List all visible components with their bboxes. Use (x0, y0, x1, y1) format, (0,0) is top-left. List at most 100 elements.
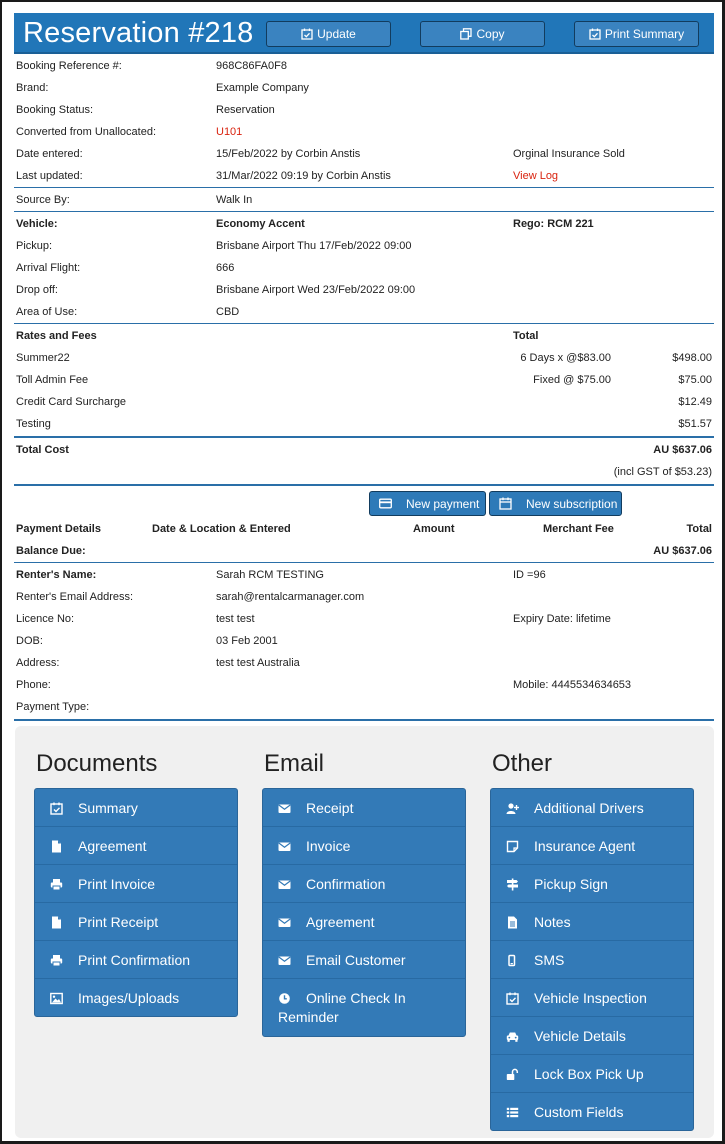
insurance-agent-button[interactable]: Insurance Agent (491, 826, 693, 864)
documents-heading: Documents (36, 750, 158, 777)
vehicle-inspection-button[interactable]: Vehicle Inspection (491, 978, 693, 1016)
phone-row: Phone: Mobile: 4445534634653 (14, 673, 714, 695)
sms-button[interactable]: SMS (491, 940, 693, 978)
email-customer-button[interactable]: Email Customer (263, 940, 465, 978)
rates-heading-row: Rates and Fees Total (14, 324, 714, 346)
field-label: Phone: (16, 679, 51, 691)
field-label: Booking Reference #: (16, 60, 122, 72)
print-icon (50, 954, 63, 966)
pickup-sign-button[interactable]: Pickup Sign (491, 864, 693, 902)
divider (14, 719, 714, 721)
payments-header-row: Payment Details Date & Location & Entere… (14, 517, 714, 539)
print-confirmation-button[interactable]: Print Confirmation (35, 940, 237, 978)
email-receipt-button[interactable]: Receipt (263, 789, 465, 826)
total-cost-value: AU $637.06 (653, 444, 712, 456)
custom-fields-button[interactable]: Custom Fields (491, 1092, 693, 1130)
rate-detail: 6 Days x @$83.00 (520, 352, 611, 364)
update-button[interactable]: Update (266, 21, 391, 47)
lock-box-pick-up-button[interactable]: Lock Box Pick Up (491, 1054, 693, 1092)
field-value: Brisbane Airport Thu 17/Feb/2022 09:00 (216, 240, 412, 252)
menu-item-label: Agreement (78, 838, 147, 854)
print-summary-button[interactable]: Print Summary (574, 21, 699, 47)
field-value: Walk In (216, 194, 253, 206)
menu-item-label: Notes (534, 914, 571, 930)
copy-button[interactable]: Copy (420, 21, 545, 47)
calendar-check-icon (50, 802, 63, 815)
file-text-icon (508, 916, 517, 928)
unallocated-link[interactable]: U101 (216, 126, 242, 138)
update-label: Update (317, 27, 356, 41)
images-uploads-button[interactable]: Images/Uploads (35, 978, 237, 1016)
menu-item-label: Additional Drivers (534, 800, 644, 816)
email-confirmation-button[interactable]: Confirmation (263, 864, 465, 902)
image-icon (50, 992, 63, 1004)
rate-detail: Fixed @ $75.00 (533, 374, 611, 386)
file-icon (52, 840, 61, 852)
field-value: 968C86FA0F8 (216, 60, 287, 72)
mobile-icon (508, 954, 516, 966)
rate-row: Credit Card Surcharge $12.49 (14, 390, 714, 412)
field-value: Example Company (216, 82, 309, 94)
new-payment-button[interactable]: New payment (369, 491, 486, 516)
total-cost-row: Total Cost AU $637.06 (14, 438, 714, 460)
menu-item-label: Agreement (306, 914, 375, 930)
col-merchant-fee: Merchant Fee (543, 523, 614, 535)
page-title: Reservation #218 (23, 17, 254, 49)
field-value: Sarah RCM TESTING (216, 569, 324, 581)
calendar-icon (499, 497, 512, 510)
field-value: CBD (216, 306, 240, 318)
menu-item-label: Insurance Agent (534, 838, 636, 854)
pickup-row: Pickup: Brisbane Airport Thu 17/Feb/2022… (14, 234, 714, 256)
email-agreement-button[interactable]: Agreement (263, 902, 465, 940)
booking-reference-row: Booking Reference #: 968C86FA0F8 (14, 54, 714, 76)
view-log-link[interactable]: View Log (513, 170, 558, 182)
total-cost-label: Total Cost (16, 444, 69, 456)
licence-row: Licence No: test test Expiry Date: lifet… (14, 607, 714, 629)
payment-actions: New payment New subscription (14, 486, 714, 516)
col-amount: Amount (413, 523, 455, 535)
field-value: Reservation (216, 104, 275, 116)
online-check-in-reminder-button[interactable]: Online Check In Reminder (263, 978, 465, 1036)
print-summary-label: Print Summary (604, 27, 685, 41)
vehicle-details-button[interactable]: Vehicle Details (491, 1016, 693, 1054)
additional-drivers-button[interactable]: Additional Drivers (491, 789, 693, 826)
car-icon (506, 1032, 519, 1042)
new-subscription-label: New subscription (526, 496, 618, 511)
summary-button[interactable]: Summary (35, 789, 237, 826)
field-value: Brisbane Airport Wed 23/Feb/2022 09:00 (216, 284, 416, 296)
expiry-date: Expiry Date: lifetime (513, 613, 611, 625)
rate-amount: $51.57 (678, 418, 712, 430)
balance-due-row: Balance Due: AU $637.06 (14, 539, 714, 561)
field-label: DOB: (16, 635, 43, 647)
reservation-details: Booking Reference #: 968C86FA0F8 Brand: … (14, 54, 714, 721)
calendar-check-icon (301, 28, 313, 40)
balance-value: AU $637.06 (653, 545, 712, 557)
email-invoice-button[interactable]: Invoice (263, 826, 465, 864)
menu-item-label: Vehicle Details (534, 1028, 626, 1044)
field-label: Address: (16, 657, 60, 669)
field-label: Brand: (16, 82, 49, 94)
page-frame: Reservation #218 Update Copy Print Summa… (0, 0, 725, 1144)
other-column: Other Additional Drivers Insurance Agent… (490, 750, 694, 1131)
list-icon (506, 1107, 519, 1117)
rate-amount: $498.00 (672, 352, 712, 364)
email-column: Email Receipt Invoice Confirmation Agree… (262, 750, 466, 1037)
field-label: Arrival Flight: (16, 262, 81, 274)
notes-button[interactable]: Notes (491, 902, 693, 940)
rate-amount: $75.00 (678, 374, 712, 386)
field-label: Drop off: (16, 284, 58, 296)
field-value: 15/Feb/2022 by Corbin Anstis (216, 148, 361, 160)
agreement-button[interactable]: Agreement (35, 826, 237, 864)
print-receipt-button[interactable]: Print Receipt (35, 902, 237, 940)
menu-item-label: Print Invoice (78, 876, 156, 892)
reservation-header: Reservation #218 Update Copy Print Summa… (14, 13, 714, 54)
print-invoice-button[interactable]: Print Invoice (35, 864, 237, 902)
menu-item-label: Online Check In (306, 990, 406, 1006)
calendar-check-icon (506, 992, 519, 1005)
menu-item-label: Print Confirmation (78, 952, 191, 968)
new-subscription-button[interactable]: New subscription (489, 491, 622, 516)
copy-label: Copy (476, 27, 505, 41)
copy-icon (460, 28, 473, 40)
field-label: Vehicle: (16, 218, 58, 230)
menu-item-label: Vehicle Inspection (534, 990, 647, 1006)
